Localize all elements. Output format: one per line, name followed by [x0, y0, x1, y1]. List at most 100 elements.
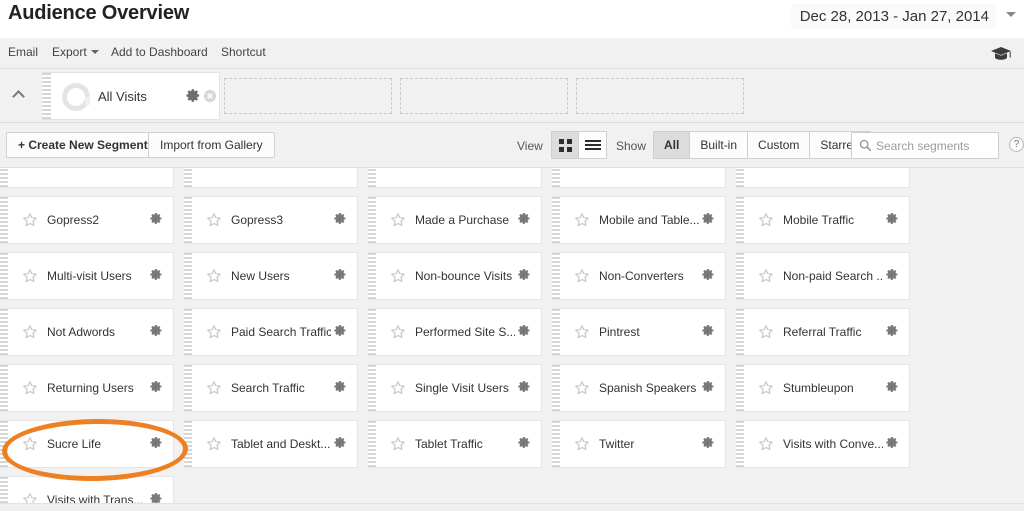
drag-handle-icon[interactable] — [552, 309, 560, 355]
drag-handle-icon[interactable] — [184, 309, 192, 355]
segment-card[interactable]: Returning Users — [0, 364, 174, 412]
drag-handle-icon[interactable] — [368, 421, 376, 467]
close-icon[interactable] — [203, 89, 217, 103]
segment-card-partial[interactable] — [0, 168, 174, 188]
segment-card[interactable]: Search Traffic — [184, 364, 358, 412]
drag-handle-icon[interactable] — [368, 365, 376, 411]
drag-handle-icon[interactable] — [736, 365, 744, 411]
star-outline-icon[interactable] — [22, 436, 38, 452]
gear-icon[interactable] — [150, 268, 163, 281]
drag-handle-icon[interactable] — [552, 365, 560, 411]
drag-handle-icon[interactable] — [736, 253, 744, 299]
grid-view-button[interactable] — [551, 131, 579, 159]
segment-card[interactable]: Paid Search Traffic — [184, 308, 358, 356]
gear-icon[interactable] — [150, 492, 163, 503]
drag-handle-icon[interactable] — [736, 197, 744, 243]
segment-card[interactable]: Mobile and Table... — [552, 196, 726, 244]
drag-handle-icon[interactable] — [368, 197, 376, 243]
drag-handle-icon[interactable] — [42, 73, 51, 119]
gear-icon[interactable] — [518, 324, 531, 337]
star-outline-icon[interactable] — [390, 436, 406, 452]
date-range-picker[interactable]: Dec 28, 2013 - Jan 27, 2014 — [790, 4, 996, 29]
drag-handle-icon[interactable] — [368, 168, 376, 187]
gear-icon[interactable] — [150, 324, 163, 337]
gear-icon[interactable] — [334, 380, 347, 393]
star-outline-icon[interactable] — [574, 268, 590, 284]
star-outline-icon[interactable] — [206, 212, 222, 228]
gear-icon[interactable] — [518, 380, 531, 393]
gear-icon[interactable] — [334, 324, 347, 337]
email-button[interactable]: Email — [8, 45, 38, 59]
applied-segment-all-visits[interactable]: All Visits — [42, 72, 220, 120]
segment-card-partial[interactable] — [184, 168, 358, 188]
empty-segment-slot-2[interactable] — [400, 78, 568, 114]
drag-handle-icon[interactable] — [368, 309, 376, 355]
segment-card-partial[interactable] — [736, 168, 910, 188]
segment-card[interactable]: Spanish Speakers — [552, 364, 726, 412]
gear-icon[interactable] — [334, 212, 347, 225]
drag-handle-icon[interactable] — [184, 168, 192, 187]
segment-card[interactable]: Visits with Conve... — [736, 420, 910, 468]
drag-handle-icon[interactable] — [368, 253, 376, 299]
drag-handle-icon[interactable] — [552, 253, 560, 299]
star-outline-icon[interactable] — [758, 380, 774, 396]
search-segments-box[interactable] — [851, 132, 999, 159]
gear-icon[interactable] — [518, 268, 531, 281]
gear-icon[interactable] — [702, 380, 715, 393]
filter-all-button[interactable]: All — [653, 131, 691, 159]
segment-card[interactable]: Not Adwords — [0, 308, 174, 356]
drag-handle-icon[interactable] — [552, 421, 560, 467]
star-outline-icon[interactable] — [206, 436, 222, 452]
segment-card[interactable]: Referral Traffic — [736, 308, 910, 356]
segment-card[interactable]: Non-paid Search ... — [736, 252, 910, 300]
star-outline-icon[interactable] — [22, 324, 38, 340]
gear-icon[interactable] — [886, 212, 899, 225]
drag-handle-icon[interactable] — [0, 477, 8, 503]
star-outline-icon[interactable] — [22, 212, 38, 228]
gear-icon[interactable] — [334, 436, 347, 449]
star-outline-icon[interactable] — [390, 268, 406, 284]
drag-handle-icon[interactable] — [0, 253, 8, 299]
segment-card[interactable]: Tablet and Deskt... — [184, 420, 358, 468]
star-outline-icon[interactable] — [22, 268, 38, 284]
empty-segment-slot-1[interactable] — [224, 78, 392, 114]
drag-handle-icon[interactable] — [184, 197, 192, 243]
star-outline-icon[interactable] — [22, 492, 38, 503]
add-to-dashboard-button[interactable]: Add to Dashboard — [111, 45, 208, 59]
gear-icon[interactable] — [150, 212, 163, 225]
gear-icon[interactable] — [702, 212, 715, 225]
drag-handle-icon[interactable] — [184, 421, 192, 467]
star-outline-icon[interactable] — [206, 324, 222, 340]
drag-handle-icon[interactable] — [0, 197, 8, 243]
gear-icon[interactable] — [886, 268, 899, 281]
gear-icon[interactable] — [702, 436, 715, 449]
segment-card[interactable]: Stumbleupon — [736, 364, 910, 412]
drag-handle-icon[interactable] — [552, 197, 560, 243]
segment-card[interactable]: Performed Site S... — [368, 308, 542, 356]
gear-icon[interactable] — [334, 268, 347, 281]
gear-icon[interactable] — [702, 268, 715, 281]
segment-card[interactable]: Non-Converters — [552, 252, 726, 300]
star-outline-icon[interactable] — [574, 212, 590, 228]
star-outline-icon[interactable] — [390, 324, 406, 340]
import-from-gallery-button[interactable]: Import from Gallery — [148, 132, 275, 158]
star-outline-icon[interactable] — [758, 324, 774, 340]
star-outline-icon[interactable] — [574, 380, 590, 396]
star-outline-icon[interactable] — [758, 436, 774, 452]
star-outline-icon[interactable] — [206, 380, 222, 396]
drag-handle-icon[interactable] — [0, 365, 8, 411]
graduation-cap-icon[interactable] — [990, 46, 1012, 62]
segment-card[interactable]: Pintrest — [552, 308, 726, 356]
help-icon[interactable]: ? — [1009, 137, 1024, 152]
drag-handle-icon[interactable] — [184, 253, 192, 299]
gear-icon[interactable] — [150, 436, 163, 449]
gear-icon[interactable] — [518, 436, 531, 449]
gear-icon[interactable] — [702, 324, 715, 337]
segment-card[interactable]: Visits with Trans... — [0, 476, 174, 503]
segment-card[interactable]: Single Visit Users — [368, 364, 542, 412]
gear-icon[interactable] — [886, 436, 899, 449]
create-new-segment-button[interactable]: + Create New Segment — [6, 132, 160, 158]
drag-handle-icon[interactable] — [0, 168, 8, 187]
gear-icon[interactable] — [186, 88, 201, 103]
segment-card[interactable]: Non-bounce Visits — [368, 252, 542, 300]
